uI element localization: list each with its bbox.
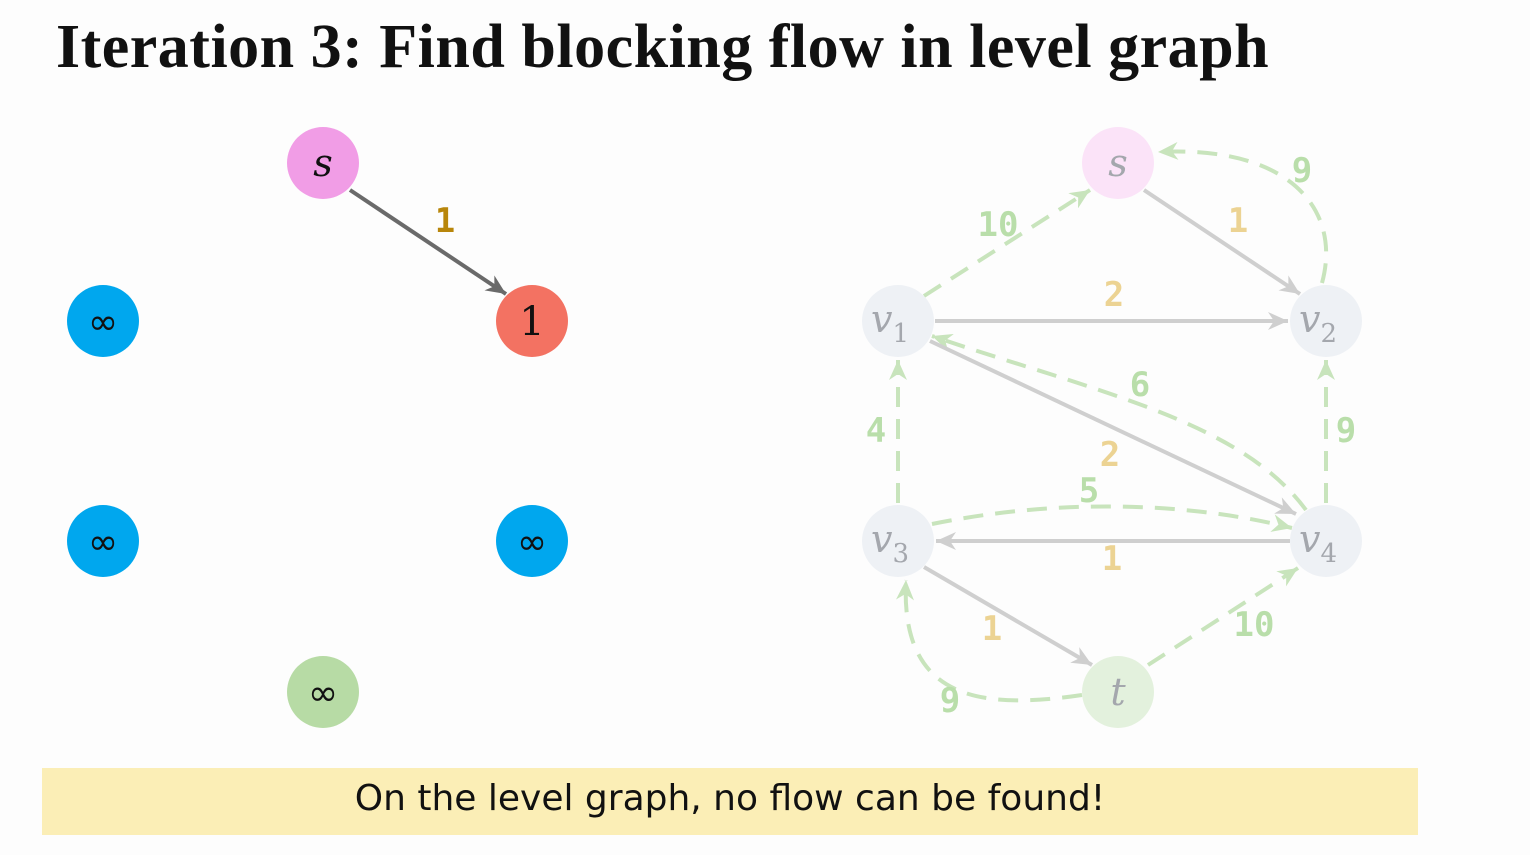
- level-node-v1-label: ∞: [88, 302, 118, 343]
- level-node-v2: 1: [496, 285, 568, 357]
- level-node-v2-label: 1: [519, 299, 544, 345]
- level-node-v3: ∞: [67, 505, 139, 577]
- residual-back-edge-v3-v4: [931, 504, 1293, 532]
- level-node-v4-label: ∞: [517, 522, 547, 563]
- level-graph: 1 s ∞ 1 ∞ ∞ ∞: [67, 127, 568, 728]
- residual-edge-label: 2: [1100, 435, 1120, 475]
- residual-node-t-label: t: [1110, 670, 1126, 714]
- level-node-s: s: [287, 127, 359, 199]
- residual-back-label: 4: [866, 411, 886, 451]
- residual-edge-v1-v4: [929, 339, 1297, 516]
- residual-node-v2: v2: [1290, 285, 1362, 357]
- residual-node-v3-sub: 3: [892, 539, 909, 569]
- residual-node-v4: v4: [1290, 505, 1362, 577]
- residual-node-v1-sub: 1: [892, 319, 909, 349]
- residual-node-s-label: s: [1108, 141, 1128, 185]
- residual-back-label: 10: [1234, 605, 1275, 645]
- residual-graph: 1 2 2 1 1 10 9 6 4 9 5 10 9 s v1 v2 v3 v…: [862, 127, 1362, 728]
- residual-node-v1: v1: [862, 285, 934, 357]
- level-node-t-label: ∞: [308, 673, 338, 714]
- residual-edge-label: 1: [982, 609, 1002, 649]
- residual-node-t: t: [1082, 656, 1154, 728]
- level-node-v1: ∞: [67, 285, 139, 357]
- residual-node-v3: v3: [862, 505, 934, 577]
- residual-node-s: s: [1082, 127, 1154, 199]
- graph-diagram: 1 s ∞ 1 ∞ ∞ ∞ 1 2 2 1 1 10 9 6 4 9 5 10 …: [67, 127, 1362, 728]
- level-node-s-label: s: [313, 141, 333, 185]
- level-node-v4: ∞: [496, 505, 568, 577]
- residual-back-label: 9: [1292, 151, 1312, 191]
- residual-node-v2-sub: 2: [1320, 319, 1337, 349]
- level-node-t: ∞: [287, 656, 359, 728]
- caption-text: On the level graph, no flow can be found…: [354, 778, 1106, 819]
- residual-back-edge-t-v4: [1146, 566, 1300, 667]
- residual-edge-v3-t: [922, 565, 1094, 667]
- residual-node-v4-sub: 4: [1320, 539, 1337, 569]
- level-node-v3-label: ∞: [88, 522, 118, 563]
- caption-banner: On the level graph, no flow can be found…: [42, 768, 1418, 835]
- residual-back-label: 9: [940, 681, 960, 721]
- residual-back-label: 9: [1336, 411, 1356, 451]
- residual-back-label: 5: [1079, 471, 1099, 511]
- residual-back-label: 10: [978, 205, 1019, 245]
- residual-edge-label: 1: [1102, 539, 1122, 579]
- level-edge-s-v2: [348, 188, 508, 296]
- residual-edge-label: 1: [1228, 201, 1248, 241]
- level-edge-label: 1: [435, 201, 455, 241]
- residual-edge-label: 2: [1104, 275, 1124, 315]
- residual-node-v4-label: v: [1299, 517, 1321, 561]
- residual-node-v2-label: v: [1299, 297, 1321, 341]
- residual-node-v1-label: v: [871, 297, 893, 341]
- residual-back-edge-v4-v1: [931, 333, 1308, 512]
- residual-edge-s-v2: [1142, 188, 1302, 296]
- residual-node-v3-label: v: [871, 517, 893, 561]
- residual-back-label: 6: [1130, 365, 1150, 405]
